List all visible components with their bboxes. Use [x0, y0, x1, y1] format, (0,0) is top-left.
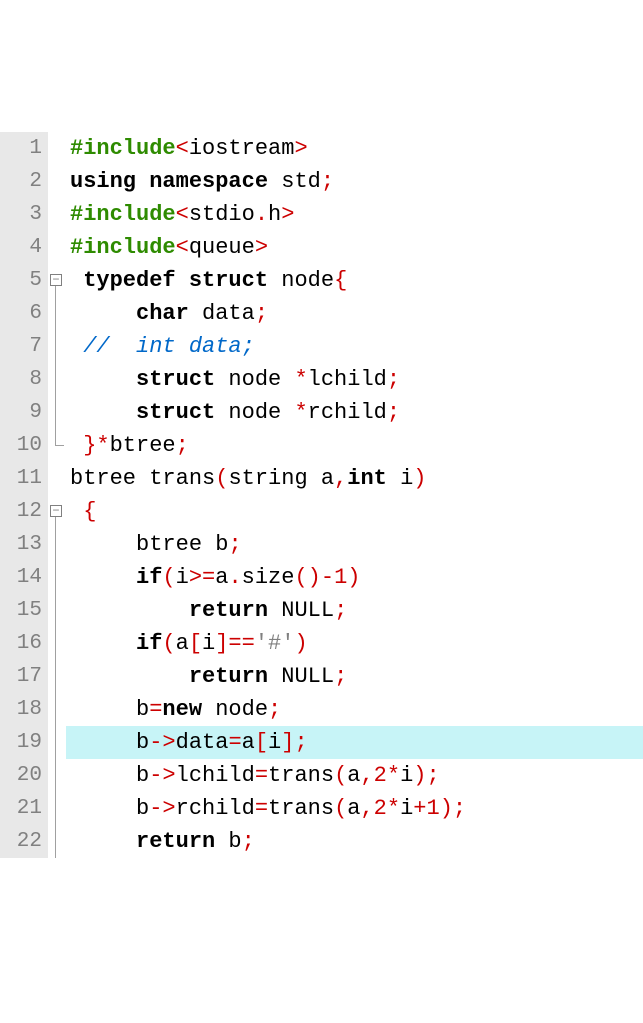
line-number: 4 — [0, 231, 48, 264]
code-content[interactable]: b->rchild=trans(a,2*i+1); — [66, 792, 643, 825]
fold-toggle-icon[interactable]: − — [50, 505, 62, 517]
fold-gutter — [48, 693, 66, 726]
code-editor[interactable]: 1 #include<iostream> 2 using namespace std;… — [0, 132, 643, 858]
code-line[interactable]: 9 struct node *rchild; — [0, 396, 643, 429]
code-content[interactable]: return b; — [66, 825, 643, 858]
code-line[interactable]: 3 #include<stdio.h> — [0, 198, 643, 231]
code-line[interactable]: 21 b->rchild=trans(a,2*i+1); — [0, 792, 643, 825]
code-line[interactable]: 14 if(i>=a.size()-1) — [0, 561, 643, 594]
code-content[interactable]: using namespace std; — [66, 165, 643, 198]
code-content[interactable]: b=new node; — [66, 693, 643, 726]
code-line[interactable]: 5− typedef struct node{ — [0, 264, 643, 297]
code-content[interactable]: #include<stdio.h> — [66, 198, 643, 231]
line-number: 1 — [0, 132, 48, 165]
code-content[interactable]: #include<queue> — [66, 231, 643, 264]
line-number: 22 — [0, 825, 48, 858]
fold-gutter — [48, 363, 66, 396]
code-content[interactable]: b->data=a[i]; — [66, 726, 643, 759]
code-line[interactable]: 16 if(a[i]=='#') — [0, 627, 643, 660]
fold-gutter — [48, 825, 66, 858]
fold-toggle-icon[interactable]: − — [50, 274, 62, 286]
fold-gutter — [48, 396, 66, 429]
code-line[interactable]: 8 struct node *lchild; — [0, 363, 643, 396]
fold-gutter[interactable]: − — [48, 264, 66, 297]
code-content[interactable]: typedef struct node{ — [66, 264, 643, 297]
fold-gutter[interactable]: − — [48, 495, 66, 528]
fold-gutter — [48, 330, 66, 363]
code-content[interactable]: struct node *lchild; — [66, 363, 643, 396]
code-content[interactable]: return NULL; — [66, 594, 643, 627]
fold-gutter — [48, 759, 66, 792]
line-number: 16 — [0, 627, 48, 660]
code-line[interactable]: 20 b->lchild=trans(a,2*i); — [0, 759, 643, 792]
fold-gutter — [48, 627, 66, 660]
code-content[interactable]: return NULL; — [66, 660, 643, 693]
fold-gutter — [48, 660, 66, 693]
line-number: 21 — [0, 792, 48, 825]
code-content[interactable]: { — [66, 495, 643, 528]
code-content[interactable]: btree trans(string a,int i) — [66, 462, 643, 495]
fold-gutter — [48, 726, 66, 759]
fold-gutter — [48, 594, 66, 627]
line-number: 9 — [0, 396, 48, 429]
line-number: 8 — [0, 363, 48, 396]
line-number: 3 — [0, 198, 48, 231]
line-number: 19 — [0, 726, 48, 759]
fold-gutter — [48, 297, 66, 330]
line-number: 6 — [0, 297, 48, 330]
code-line[interactable]: 17 return NULL; — [0, 660, 643, 693]
code-line[interactable]: 18 b=new node; — [0, 693, 643, 726]
line-number: 15 — [0, 594, 48, 627]
code-line[interactable]: 10 }*btree; — [0, 429, 643, 462]
line-number: 10 — [0, 429, 48, 462]
code-line[interactable]: 6 char data; — [0, 297, 643, 330]
code-line[interactable]: 22 return b; — [0, 825, 643, 858]
line-number: 2 — [0, 165, 48, 198]
fold-gutter — [48, 429, 66, 462]
code-line[interactable]: 15 return NULL; — [0, 594, 643, 627]
code-content[interactable]: struct node *rchild; — [66, 396, 643, 429]
code-line[interactable]: 7 // int data; — [0, 330, 643, 363]
code-content[interactable]: b->lchild=trans(a,2*i); — [66, 759, 643, 792]
fold-gutter — [48, 198, 66, 231]
line-number: 13 — [0, 528, 48, 561]
code-content[interactable]: if(a[i]=='#') — [66, 627, 643, 660]
code-content[interactable]: // int data; — [66, 330, 643, 363]
code-line[interactable]: 13 btree b; — [0, 528, 643, 561]
line-number: 14 — [0, 561, 48, 594]
fold-gutter — [48, 132, 66, 165]
line-number: 12 — [0, 495, 48, 528]
code-content[interactable]: }*btree; — [66, 429, 643, 462]
fold-gutter — [48, 792, 66, 825]
code-line[interactable]: 11 btree trans(string a,int i) — [0, 462, 643, 495]
fold-gutter — [48, 462, 66, 495]
fold-gutter — [48, 231, 66, 264]
line-number: 7 — [0, 330, 48, 363]
code-line[interactable]: 2 using namespace std; — [0, 165, 643, 198]
code-content[interactable]: if(i>=a.size()-1) — [66, 561, 643, 594]
fold-gutter — [48, 561, 66, 594]
line-number: 20 — [0, 759, 48, 792]
code-line[interactable]: 19 b->data=a[i]; — [0, 726, 643, 759]
fold-gutter — [48, 165, 66, 198]
code-content[interactable]: btree b; — [66, 528, 643, 561]
line-number: 11 — [0, 462, 48, 495]
code-line[interactable]: 1 #include<iostream> — [0, 132, 643, 165]
code-content[interactable]: char data; — [66, 297, 643, 330]
line-number: 17 — [0, 660, 48, 693]
code-content[interactable]: #include<iostream> — [66, 132, 643, 165]
line-number: 5 — [0, 264, 48, 297]
line-number: 18 — [0, 693, 48, 726]
code-line[interactable]: 4 #include<queue> — [0, 231, 643, 264]
fold-gutter — [48, 528, 66, 561]
code-line[interactable]: 12− { — [0, 495, 643, 528]
